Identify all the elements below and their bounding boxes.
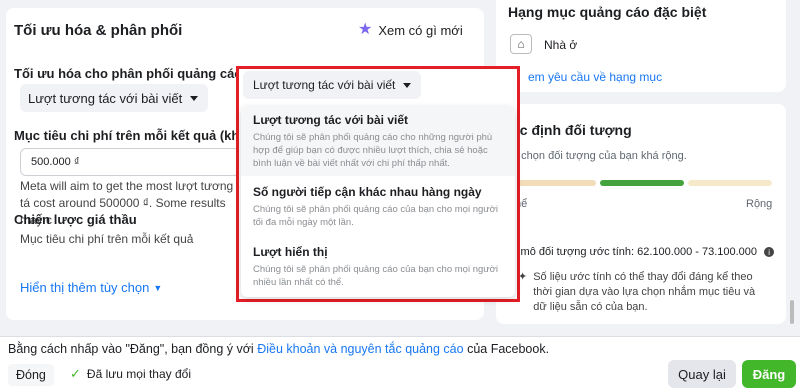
dropdown-button-label: Lượt tương tác với bài viết [253, 78, 396, 92]
gauge-segment-defined [600, 180, 684, 186]
option-title: Lượt tương tác với bài viết [253, 113, 408, 127]
category-request-link[interactable]: em yêu cầu về hạng mục [528, 70, 662, 84]
optimization-select-value: Lượt tương tác với bài viết [28, 90, 183, 106]
close-button[interactable]: Đóng [8, 364, 54, 386]
audience-title: ác định đối tượng [512, 122, 632, 138]
gauge-segment-narrow [512, 180, 596, 186]
chevron-down-icon: ▼ [153, 282, 163, 293]
audience-subtitle: a chọn đối tượng của bạn khá rộng. [512, 150, 687, 162]
option-title: Số người tiếp cận khác nhau hàng ngày [253, 185, 482, 199]
estimate-note: ✦ Số liệu ước tính có thể thay đổi đáng … [518, 270, 768, 315]
option-description: Chúng tôi sẽ phân phối quảng cáo cho nhữ… [253, 132, 493, 169]
audience-size-gauge [512, 180, 772, 186]
show-more-options-label: Hiển thị thêm tùy chọn [20, 280, 150, 295]
special-category-title: Hạng mục quảng cáo đặc biệt [508, 4, 707, 20]
star-icon: ★ [358, 21, 373, 38]
bid-strategy-value: Mục tiêu chi phí trên mỗi kết quả [20, 232, 194, 246]
option-description: Chúng tôi sẽ phân phối quảng cáo của bạn… [253, 264, 498, 288]
save-status: ✓ Đã lưu mọi thay đổi [70, 366, 191, 382]
option-title: Lượt hiển thị [253, 245, 328, 259]
audience-estimate: y mô đối tượng ước tính: 62.100.000 - 73… [512, 246, 775, 258]
gauge-segment-broad [688, 180, 772, 186]
audience-estimate-text: y mô đối tượng ước tính: 62.100.000 - 73… [512, 246, 758, 258]
panel-title: Tối ưu hóa & phân phối [14, 22, 183, 39]
gauge-right-label: Rộng [746, 198, 773, 210]
dropdown-option-post-engagement[interactable]: Lượt tương tác với bài viết Chúng tôi sẽ… [241, 107, 515, 176]
check-icon: ✓ [70, 366, 81, 381]
dropdown-menu: Lượt tương tác với bài viết Chúng tôi sẽ… [241, 107, 515, 297]
bid-strategy-label: Chiến lược giá thầu [14, 212, 137, 227]
category-label: Nhà ở [544, 38, 578, 52]
option-description: Chúng tôi sẽ phân phối quảng cáo của bạn… [253, 204, 498, 228]
scrollbar[interactable] [790, 300, 794, 324]
info-icon[interactable]: i [764, 247, 775, 258]
optimization-label: Tối ưu hóa cho phân phối quảng cáo [14, 66, 243, 81]
dropdown-button[interactable]: Lượt tương tác với bài viết [243, 71, 422, 99]
cost-goal-input[interactable]: 500.000 ₫ [20, 148, 240, 176]
home-icon: ⌂ [510, 34, 532, 54]
optimization-select[interactable]: Lượt tương tác với bài viết [20, 84, 209, 112]
estimate-note-text: Số liệu ước tính có thể thay đổi đáng kể… [533, 271, 756, 313]
caret-down-icon [403, 82, 412, 88]
dropdown-option-impressions[interactable]: Lượt hiển thị Chúng tôi sẽ phân phối quả… [241, 239, 515, 295]
show-more-options-link[interactable]: Hiển thị thêm tùy chọn ▼ [20, 280, 162, 295]
caret-down-icon [190, 95, 199, 101]
save-status-label: Đã lưu mọi thay đổi [86, 367, 191, 381]
whats-new-label: Xem có gì mới [378, 22, 463, 38]
optimization-dropdown: Lượt tương tác với bài viết Lượt tương t… [236, 66, 520, 302]
dropdown-option-daily-unique-reach[interactable]: Số người tiếp cận khác nhau hàng ngày Ch… [241, 179, 515, 235]
back-button[interactable]: Quay lại [668, 360, 736, 388]
terms-text: Bằng cách nhấp vào "Đăng", bạn đồng ý vớ… [8, 342, 549, 356]
terms-link[interactable]: Điều khoản và nguyên tắc quảng cáo [257, 342, 463, 356]
publish-button[interactable]: Đăng [742, 360, 796, 388]
terms-suffix: của Facebook. [463, 342, 550, 356]
terms-prefix: Bằng cách nhấp vào "Đăng", bạn đồng ý vớ… [8, 342, 258, 356]
whats-new-link[interactable]: ★ Xem có gì mới [358, 22, 463, 38]
